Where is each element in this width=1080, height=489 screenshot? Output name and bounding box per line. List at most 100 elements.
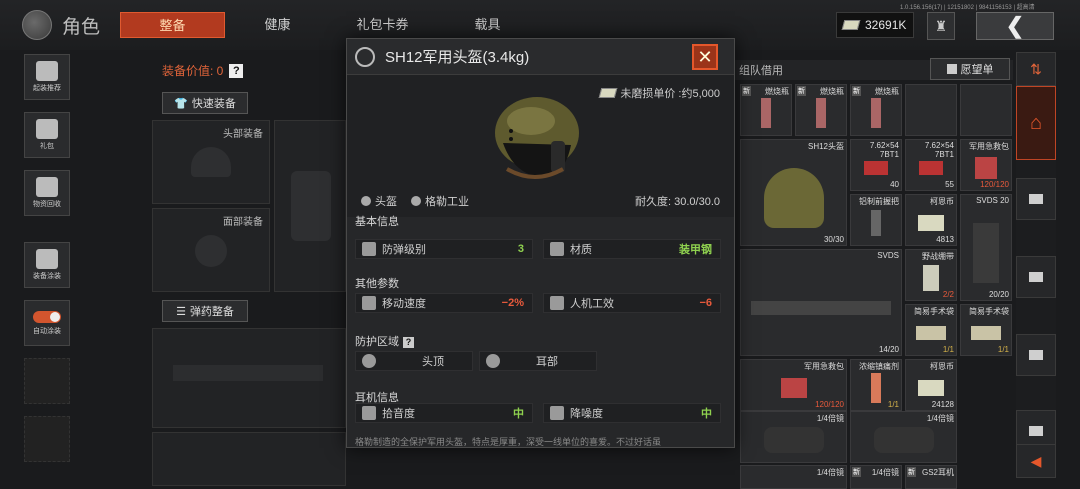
collapse-button[interactable]: ◀ — [1016, 444, 1056, 478]
stat-label: 人机工效 — [570, 298, 614, 310]
close-button[interactable]: ✕ — [692, 44, 718, 70]
head-slot[interactable]: 头部装备 — [152, 120, 270, 204]
stash-item[interactable]: 铝制前握把 — [850, 194, 902, 246]
stash-item[interactable]: SVDS 20 20/20 — [960, 194, 1012, 301]
item-name: 军用急救包 — [969, 142, 1009, 151]
globe-icon — [22, 10, 52, 40]
item-count: 40 — [890, 180, 899, 189]
item-name: 简易手术袋 — [969, 307, 1009, 316]
ammo-equip-button[interactable]: ☰ 弹药整备 — [162, 300, 248, 322]
home-stash-button[interactable]: ⌂ — [1016, 86, 1056, 160]
sidebar-item-label: 起装推荐 — [33, 85, 61, 92]
sort-button[interactable]: ⇅ — [1016, 52, 1056, 86]
stash-item[interactable]: 野战绷带 2/2 — [905, 249, 957, 301]
help-icon[interactable]: ? — [229, 63, 244, 78]
grip-icon — [871, 209, 881, 236]
sort-icon: ⇅ — [1030, 60, 1042, 77]
item-price-text: 未磨损单价 :约5,000 — [620, 88, 720, 100]
stash-item[interactable]: 简易手术袋 1/1 — [960, 304, 1012, 356]
sidebar-item-label: 礼包 — [40, 143, 54, 150]
ammo-icon: ☰ — [176, 305, 186, 318]
mask-placeholder-icon — [195, 235, 227, 267]
container-tab-2[interactable] — [1016, 256, 1056, 298]
quick-equip-button[interactable]: 👕 快速装备 — [162, 92, 248, 114]
sidebar-item-paint[interactable]: 装备涂装 — [24, 242, 70, 288]
item-name: 7.62×54 — [924, 141, 954, 150]
tab-equip[interactable]: 整备 — [120, 12, 225, 38]
stash-item[interactable]: 军用急救包 120/120 — [960, 139, 1012, 191]
stat-value: −6 — [699, 297, 712, 309]
item-count: 30/30 — [823, 235, 844, 244]
ergonomics-stat: 人机工效 −6 — [543, 293, 721, 313]
container-tab-3[interactable] — [1016, 334, 1056, 376]
stash-item[interactable]: 1/4倍镜 — [850, 411, 957, 463]
stash-item[interactable]: SVDS 14/20 — [740, 249, 902, 356]
new-badge: 新 — [852, 86, 861, 96]
surgical-kit-icon — [971, 325, 1001, 340]
stash-item[interactable]: 1/4倍镜 — [740, 465, 847, 489]
stash-item-empty[interactable] — [960, 84, 1012, 136]
stat-value: 中 — [701, 408, 712, 420]
ear-wave-icon — [362, 406, 376, 420]
container-icon — [1029, 194, 1043, 204]
container-tab-1[interactable] — [1016, 178, 1056, 220]
pistol-icon — [550, 296, 564, 310]
modal-header: SH12军用头盔(3.4kg) ✕ — [347, 39, 734, 75]
ammo-box-icon — [864, 160, 888, 175]
item-count: 14/20 — [878, 345, 899, 354]
stash-item[interactable]: 7.62×54 55 7BT1 — [905, 139, 957, 191]
stat-value: 中 — [513, 408, 524, 420]
stat-value: 3 — [517, 243, 524, 255]
currency-display: 32691K — [836, 12, 914, 38]
item-name: 燃烧瓶 — [875, 87, 899, 96]
back-button[interactable]: ❮ — [976, 12, 1054, 40]
tab-health[interactable]: 健康 — [225, 12, 330, 38]
profile-button[interactable]: ♜ — [927, 12, 955, 40]
stash-item[interactable]: 1/4倍镜 — [740, 411, 847, 463]
face-slot[interactable]: 面部装备 — [152, 208, 270, 292]
stash-item[interactable]: 新 燃烧瓶 — [740, 84, 792, 136]
helmet-placeholder-icon — [191, 147, 231, 177]
sidebar-item-recycle[interactable]: 物资回收 — [24, 170, 70, 216]
help-icon[interactable]: ? — [403, 337, 414, 348]
stash-item[interactable]: 新 1/4倍镜 — [850, 465, 902, 489]
stash-item-empty[interactable] — [905, 84, 957, 136]
item-count: 2/2 — [942, 290, 954, 299]
stash-item[interactable]: 柯恩币 24128 — [905, 359, 957, 411]
recycle-icon — [36, 177, 58, 197]
sidebar-empty-slot — [24, 416, 70, 462]
tab-vehicle[interactable]: 载具 — [435, 12, 540, 38]
stash-item[interactable]: 新 燃烧瓶 — [795, 84, 847, 136]
sidebar-item-label: 物资回收 — [33, 201, 61, 208]
wishlist-label: 愿望单 — [960, 64, 994, 76]
face-slot-label: 面部装备 — [223, 217, 263, 228]
stat-label: 防弹级别 — [382, 244, 426, 256]
stash-item[interactable]: 简易手术袋 1/1 — [905, 304, 957, 356]
stash-item[interactable]: 7.62×54 40 7BT1 — [850, 139, 902, 191]
shirt-icon: 👕 — [174, 97, 188, 110]
left-sidebar: 起装推荐 礼包 物资回收 装备涂装 自动涂装 — [24, 54, 70, 474]
body-armor-slot[interactable] — [274, 120, 346, 292]
primary-weapon-slot[interactable] — [152, 328, 346, 428]
team-borrow-tab[interactable]: 组队借用 — [739, 62, 783, 78]
stash-item[interactable]: 柯恩币 4813 — [905, 194, 957, 246]
stash-item[interactable]: 新 燃烧瓶 — [850, 84, 902, 136]
tab-gift-cards[interactable]: 礼包卡券 — [330, 12, 435, 38]
stash-item[interactable]: 新 GS2耳机 — [905, 465, 957, 489]
item-price: 未磨损单价 :约5,000 — [599, 85, 720, 101]
sidebar-item-autopaint[interactable]: 自动涂装 — [24, 300, 70, 346]
stash-item[interactable]: 军用急救包 120/120 — [740, 359, 847, 411]
stash-item[interactable]: SH12头盔 30/30 — [740, 139, 847, 246]
new-badge: 新 — [852, 467, 861, 477]
rifle-placeholder-icon — [173, 365, 323, 381]
money-icon — [841, 20, 861, 30]
running-icon — [362, 296, 376, 310]
head-icon — [362, 354, 376, 368]
secondary-weapon-slot[interactable] — [152, 432, 346, 486]
wishlist-button[interactable]: 愿望单 — [930, 58, 1010, 80]
bandage-icon — [923, 264, 939, 291]
sidebar-item-recommend[interactable]: 起装推荐 — [24, 54, 70, 100]
toggle-icon[interactable] — [33, 310, 61, 323]
sidebar-item-gift[interactable]: 礼包 — [24, 112, 70, 158]
stash-item[interactable]: 浓缩镇痛剂 1/1 — [850, 359, 902, 411]
